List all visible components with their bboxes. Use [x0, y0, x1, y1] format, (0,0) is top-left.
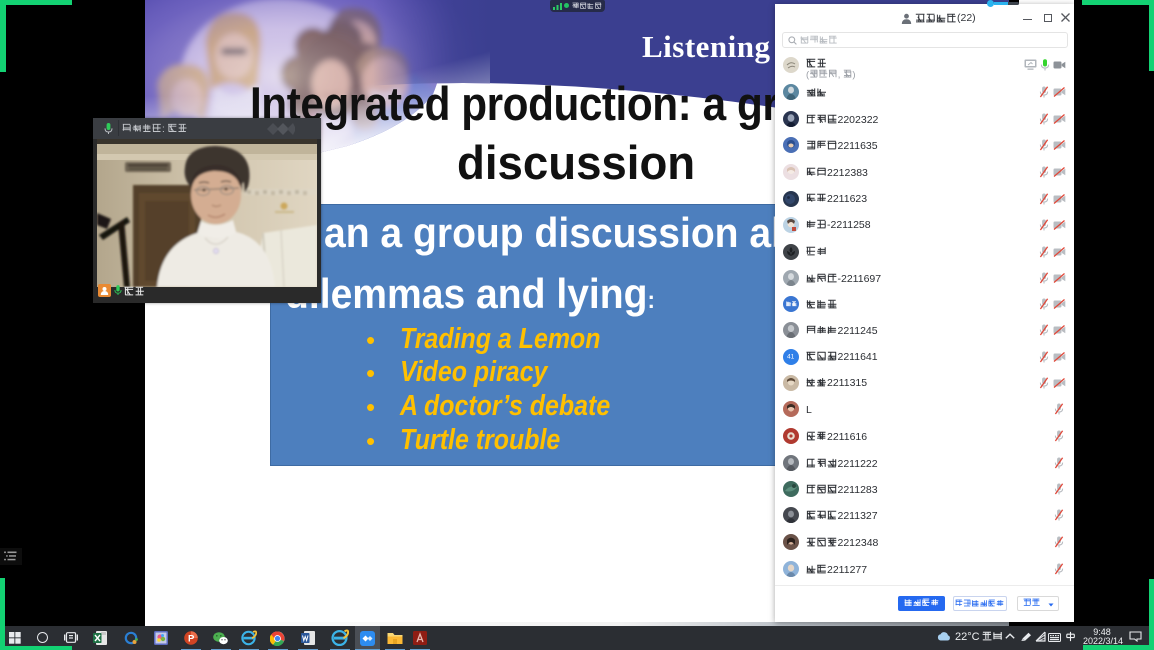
svg-text:): ) — [852, 69, 855, 80]
svg-text:2202322: 2202322 — [838, 114, 879, 126]
svg-text:2211616: 2211616 — [827, 431, 867, 443]
svg-text:2211635: 2211635 — [838, 140, 878, 152]
svg-text:P: P — [188, 634, 195, 645]
svg-text:2211222: 2211222 — [838, 458, 878, 470]
svg-text:-2211697: -2211697 — [838, 273, 882, 285]
svg-text:2211245: 2211245 — [838, 325, 878, 337]
svg-text:2211327: 2211327 — [838, 510, 878, 522]
svg-text:L: L — [806, 404, 812, 416]
svg-text:2211641: 2211641 — [838, 351, 878, 363]
svg-text:2212348: 2212348 — [838, 537, 879, 549]
svg-text:2211283: 2211283 — [838, 484, 878, 496]
svg-text:41: 41 — [787, 353, 795, 360]
svg-text:2211315: 2211315 — [827, 378, 867, 390]
svg-text:2211623: 2211623 — [827, 193, 867, 205]
svg-text:(: ( — [806, 69, 810, 80]
svg-text::: : — [162, 124, 165, 135]
svg-text:,: , — [838, 69, 841, 80]
svg-text:-2211258: -2211258 — [827, 220, 871, 232]
svg-text:2211277: 2211277 — [827, 564, 867, 576]
svg-text:2212383: 2212383 — [827, 167, 868, 179]
